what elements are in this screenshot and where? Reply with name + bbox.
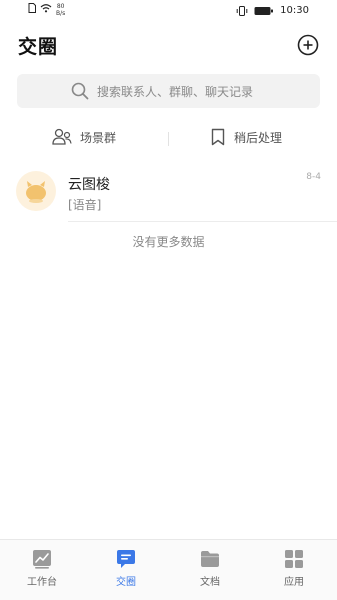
- search-bar[interactable]: 搜索联系人、群聊、聊天记录: [17, 74, 320, 108]
- tab-chat[interactable]: 交圈: [84, 549, 168, 588]
- group-icon: [52, 128, 72, 145]
- scene-group-button[interactable]: 场景群: [52, 128, 116, 146]
- vibrate-icon: [236, 5, 248, 16]
- folder-icon: [201, 551, 219, 567]
- tab-workbench-label: 工作台: [27, 577, 57, 588]
- quick-actions: 场景群 稍后处理: [0, 122, 337, 156]
- empty-hint: 没有更多数据: [132, 235, 205, 249]
- bot-avatar-icon: [26, 181, 46, 203]
- battery-icon: [254, 6, 274, 15]
- scene-group-label: 场景群: [80, 130, 117, 145]
- network-speed-value: 80: [56, 3, 65, 10]
- bookmark-icon: [211, 128, 225, 146]
- page-title: 交圈: [18, 36, 59, 58]
- tab-apps-label: 应用: [284, 577, 304, 588]
- wifi-icon: [40, 4, 52, 13]
- handle-later-button[interactable]: 稍后处理: [210, 128, 282, 146]
- network-speed-unit: B/s: [56, 10, 66, 17]
- apps-icon: [285, 550, 303, 568]
- workbench-icon: [33, 550, 51, 569]
- avatar: [16, 171, 56, 211]
- tab-workbench[interactable]: 工作台: [0, 549, 84, 588]
- page-header: 交圈: [18, 30, 319, 62]
- plus-circle-icon[interactable]: [297, 34, 319, 56]
- tab-apps[interactable]: 应用: [252, 549, 336, 588]
- search-icon: [71, 82, 89, 100]
- bottom-tab-bar: 工作台 交圈 文档 应用: [0, 539, 337, 600]
- divider: [68, 221, 337, 222]
- search-placeholder: 搜索联系人、群聊、聊天记录: [97, 85, 254, 99]
- status-bar: 80 B/s 10:30: [0, 0, 337, 24]
- conversation-last-message: [语音]: [68, 198, 102, 212]
- conversation-date: 8-4: [306, 172, 321, 182]
- tab-documents[interactable]: 文档: [168, 549, 252, 588]
- divider: [168, 132, 169, 146]
- sim-icon: [28, 3, 36, 13]
- status-time: 10:30: [280, 5, 309, 16]
- tab-chat-label: 交圈: [116, 577, 136, 588]
- conversation-name: 云图梭: [68, 177, 110, 193]
- tab-documents-label: 文档: [200, 577, 220, 588]
- handle-later-label: 稍后处理: [234, 130, 283, 145]
- conversation-item[interactable]: 云图梭 [语音] 8-4: [0, 166, 337, 222]
- chat-icon: [117, 550, 135, 568]
- network-speed: 80 B/s: [56, 3, 65, 17]
